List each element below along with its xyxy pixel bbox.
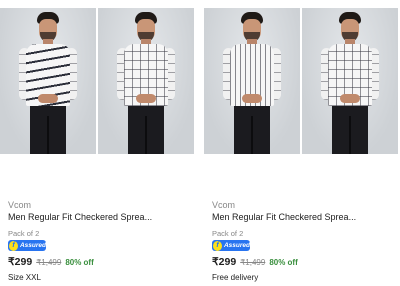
selling-price: ₹299 [8,256,33,268]
brand-name: Vcom [212,200,236,210]
original-price: ₹1,499 [36,258,62,267]
model-figure [222,8,282,154]
brand-name: Vcom [8,200,32,210]
product-images[interactable] [204,8,398,154]
size-info: Size XXL [8,273,41,282]
product-image[interactable] [302,8,398,154]
discount-label: 80% off [65,258,94,267]
price-row: ₹299 ₹1,499 80% off [8,256,94,268]
model-figure [320,8,380,154]
model-figure [18,8,78,154]
pack-info: Pack of 2 [212,229,244,238]
assured-label: Assured [223,242,250,249]
model-figure [116,8,176,154]
delivery-info: Free delivery [212,273,259,282]
assured-badge: f Assured [8,240,46,251]
discount-label: 80% off [269,258,298,267]
selling-price: ₹299 [212,256,237,268]
assured-label: Assured [19,242,46,249]
product-title[interactable]: Men Regular Fit Checkered Sprea... [8,211,152,223]
product-image[interactable] [98,8,194,154]
product-image[interactable] [0,8,96,154]
original-price: ₹1,499 [240,258,266,267]
assured-badge: f Assured [212,240,250,251]
assured-icon: f [213,240,222,251]
price-row: ₹299 ₹1,499 80% off [212,256,298,268]
product-title[interactable]: Men Regular Fit Checkered Sprea... [212,211,356,223]
product-card[interactable]: Vcom Men Regular Fit Checkered Sprea... … [204,0,398,286]
pack-info: Pack of 2 [8,229,40,238]
assured-icon: f [9,240,18,251]
product-image[interactable] [204,8,300,154]
product-images[interactable] [0,8,194,154]
product-card[interactable]: Vcom Men Regular Fit Checkered Sprea... … [0,0,194,286]
